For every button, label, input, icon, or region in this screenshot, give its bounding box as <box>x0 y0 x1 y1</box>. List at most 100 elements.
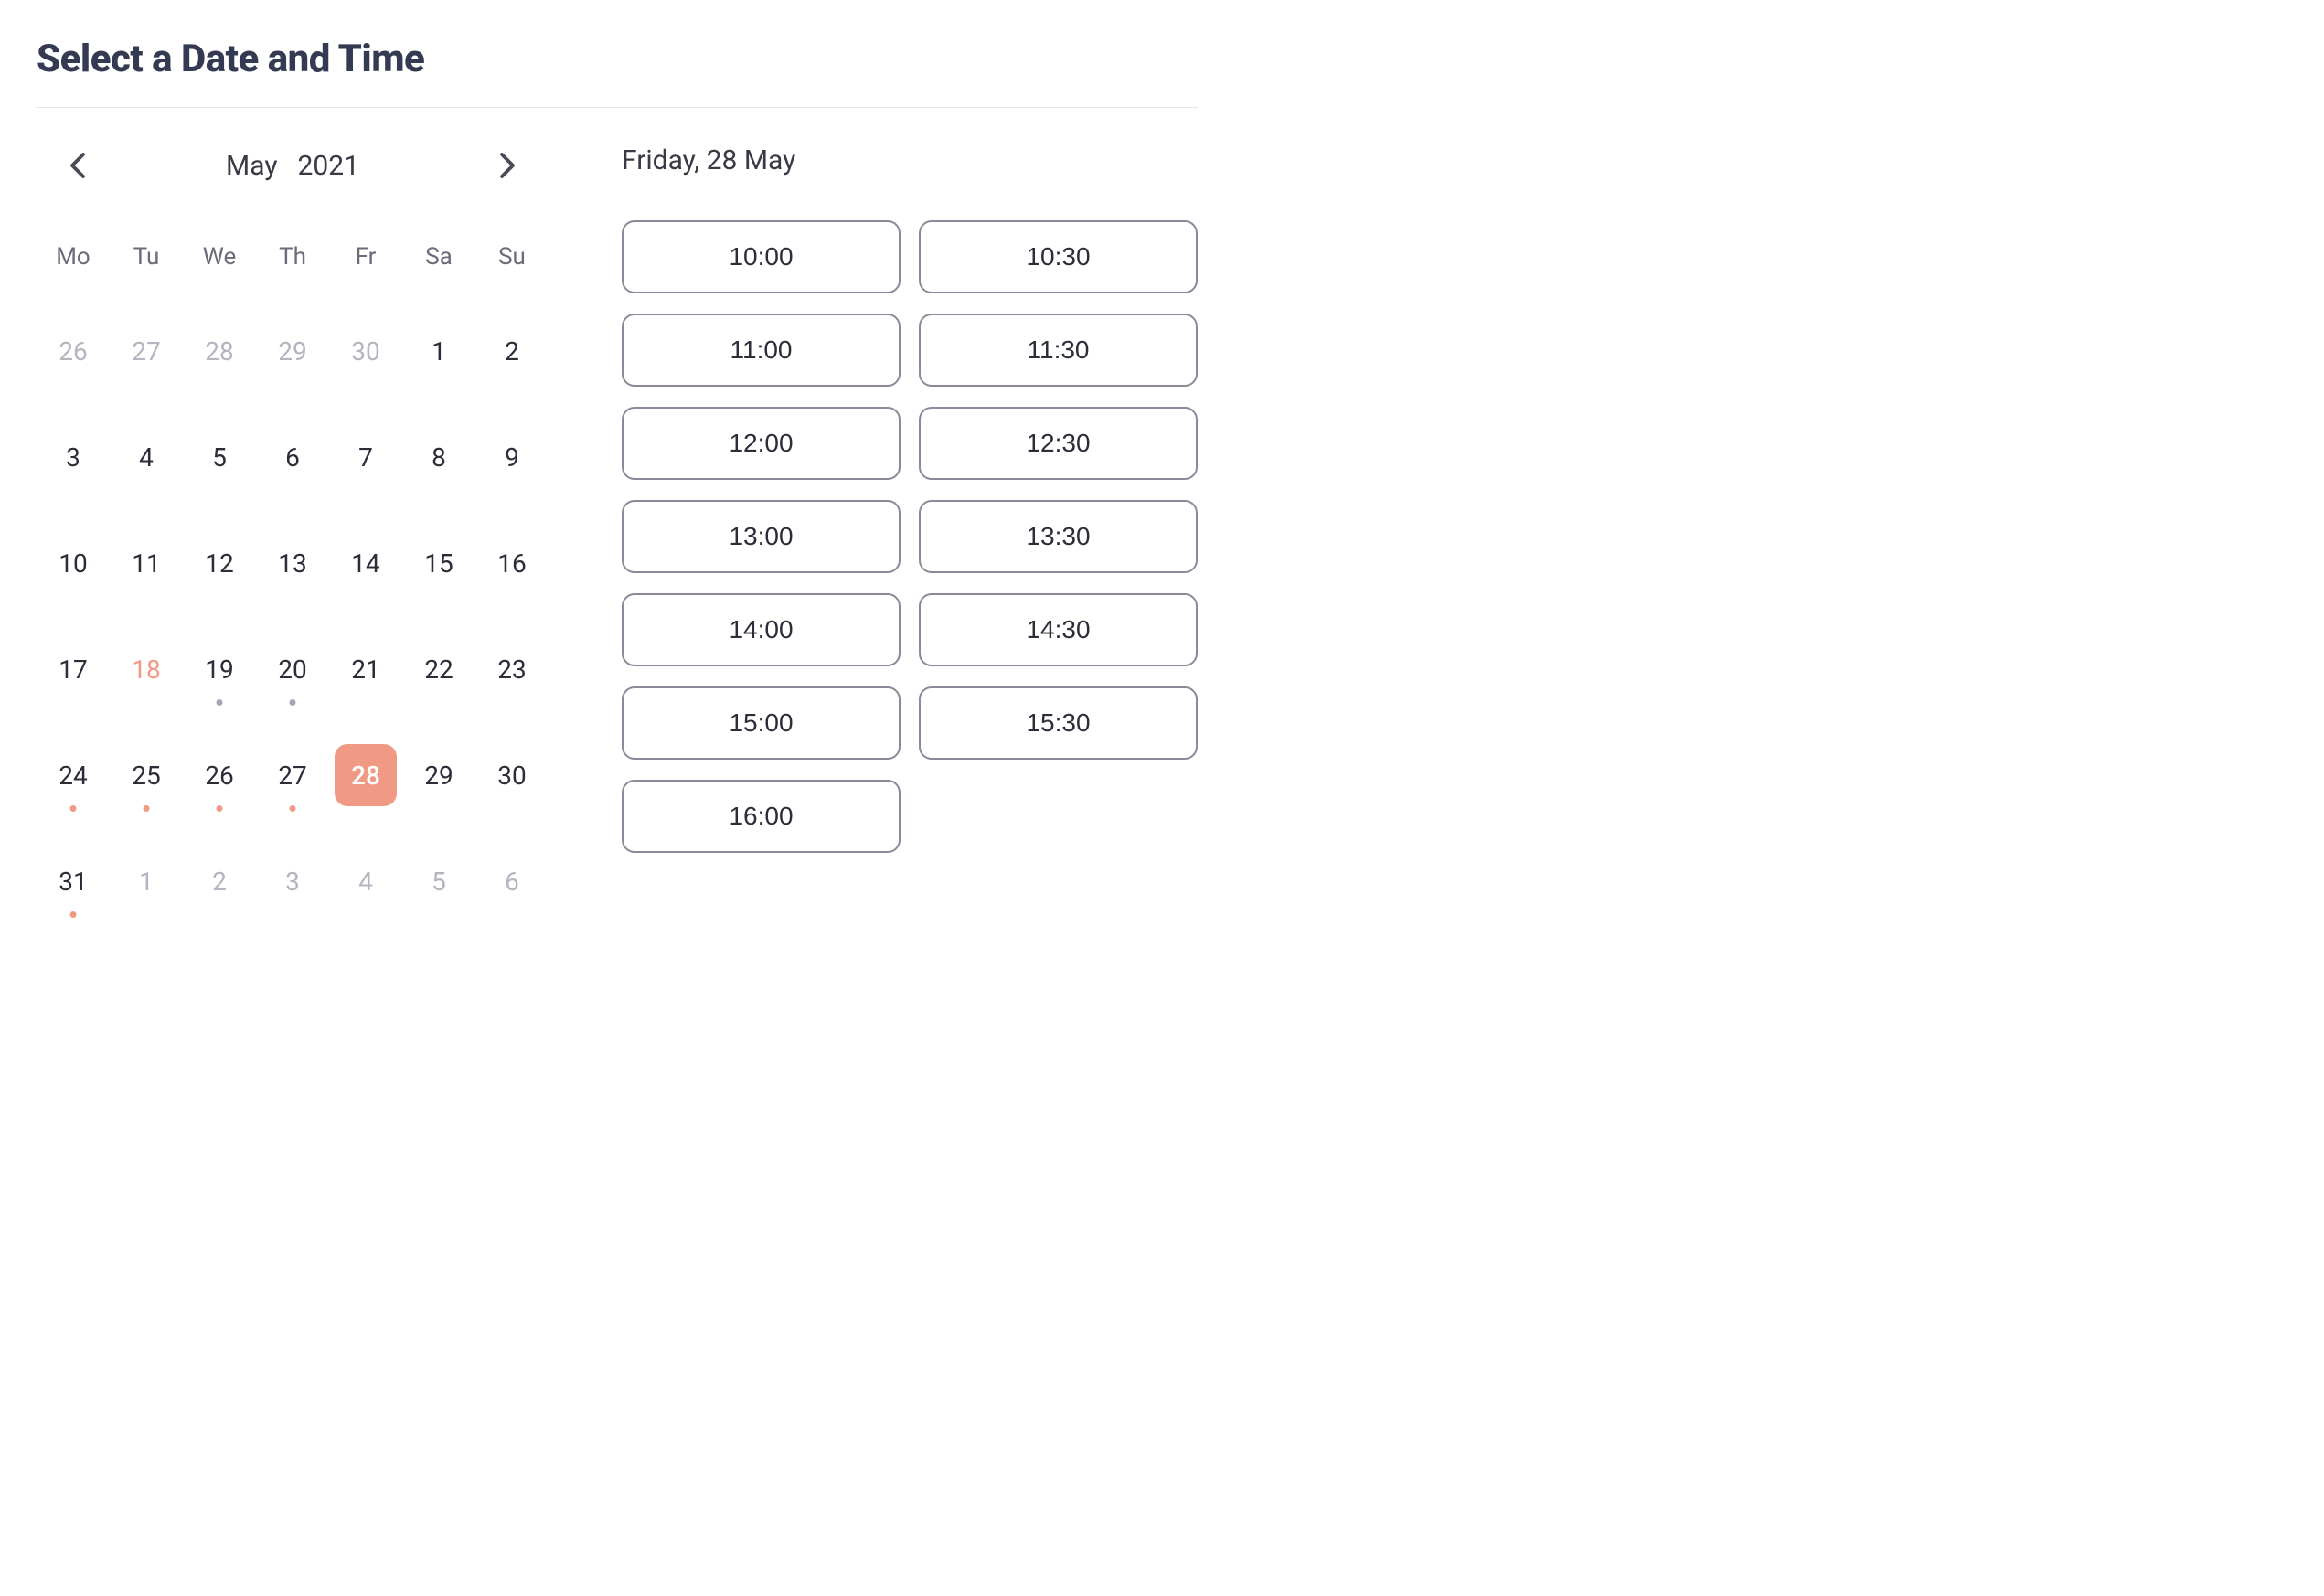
day-header: Su <box>475 232 549 298</box>
time-slot[interactable]: 10:30 <box>919 220 1198 293</box>
day-number: 28 <box>335 744 397 806</box>
calendar-day[interactable]: 10 <box>37 510 110 616</box>
calendar-day[interactable]: 26 <box>37 298 110 404</box>
calendar-day[interactable]: 25 <box>110 722 183 828</box>
time-slot[interactable]: 14:30 <box>919 593 1198 666</box>
calendar-day[interactable]: 5 <box>402 828 475 934</box>
day-number: 30 <box>481 744 543 806</box>
calendar-day[interactable]: 13 <box>256 510 329 616</box>
day-number: 2 <box>188 850 251 912</box>
calendar-day[interactable]: 23 <box>475 616 549 722</box>
month-label: May <box>226 150 277 182</box>
event-dot-icon <box>70 805 77 812</box>
calendar-day[interactable]: 1 <box>110 828 183 934</box>
time-slot[interactable]: 13:30 <box>919 500 1198 573</box>
time-slot[interactable]: 15:00 <box>622 686 901 760</box>
day-number: 5 <box>408 850 470 912</box>
day-number: 29 <box>261 320 324 382</box>
time-grid: 10:0010:3011:0011:3012:0012:3013:0013:30… <box>622 220 1198 853</box>
calendar-day[interactable]: 6 <box>256 404 329 510</box>
time-slot[interactable]: 14:00 <box>622 593 901 666</box>
next-month-button[interactable] <box>492 144 523 186</box>
day-number: 6 <box>481 850 543 912</box>
event-dot-icon <box>144 805 150 812</box>
prev-month-button[interactable] <box>62 144 93 186</box>
calendar-day[interactable]: 11 <box>110 510 183 616</box>
calendar-day[interactable]: 27 <box>256 722 329 828</box>
calendar-day[interactable]: 4 <box>329 828 402 934</box>
calendar-header: May 2021 <box>37 144 549 186</box>
day-number: 12 <box>188 532 251 594</box>
time-slot[interactable]: 13:00 <box>622 500 901 573</box>
day-number: 3 <box>42 426 104 488</box>
calendar-day[interactable]: 3 <box>37 404 110 510</box>
calendar-day[interactable]: 19 <box>183 616 256 722</box>
calendar-day[interactable]: 28 <box>329 722 402 828</box>
page-title: Select a Date and Time <box>37 37 1198 81</box>
calendar-day[interactable]: 18 <box>110 616 183 722</box>
calendar-day[interactable]: 15 <box>402 510 475 616</box>
day-number: 20 <box>261 638 324 700</box>
event-dot-icon <box>290 805 296 812</box>
day-number: 1 <box>115 850 177 912</box>
calendar-day[interactable]: 30 <box>329 298 402 404</box>
day-header: Mo <box>37 232 110 298</box>
calendar-day[interactable]: 22 <box>402 616 475 722</box>
event-dot-icon <box>290 699 296 706</box>
day-number: 14 <box>335 532 397 594</box>
time-slot[interactable]: 12:00 <box>622 407 901 480</box>
time-slot[interactable]: 12:30 <box>919 407 1198 480</box>
calendar-day[interactable]: 20 <box>256 616 329 722</box>
calendar-day[interactable]: 12 <box>183 510 256 616</box>
calendar-day[interactable]: 28 <box>183 298 256 404</box>
day-header: Sa <box>402 232 475 298</box>
calendar-day[interactable]: 16 <box>475 510 549 616</box>
calendar-day[interactable]: 6 <box>475 828 549 934</box>
chevron-right-icon <box>499 152 516 179</box>
day-number: 5 <box>188 426 251 488</box>
calendar-day[interactable]: 26 <box>183 722 256 828</box>
time-slot[interactable]: 11:00 <box>622 314 901 387</box>
calendar-day[interactable]: 7 <box>329 404 402 510</box>
calendar-day[interactable]: 21 <box>329 616 402 722</box>
calendar-day[interactable]: 14 <box>329 510 402 616</box>
day-number: 4 <box>115 426 177 488</box>
day-number: 15 <box>408 532 470 594</box>
time-slot[interactable]: 11:30 <box>919 314 1198 387</box>
day-number: 9 <box>481 426 543 488</box>
calendar-day[interactable]: 5 <box>183 404 256 510</box>
calendar-day[interactable]: 2 <box>183 828 256 934</box>
calendar-day[interactable]: 3 <box>256 828 329 934</box>
calendar-day[interactable]: 1 <box>402 298 475 404</box>
day-number: 21 <box>335 638 397 700</box>
calendar-day[interactable]: 8 <box>402 404 475 510</box>
calendar-day[interactable]: 31 <box>37 828 110 934</box>
selected-date-label: Friday, 28 May <box>622 144 1198 176</box>
calendar-day[interactable]: 29 <box>402 722 475 828</box>
calendar-day[interactable]: 17 <box>37 616 110 722</box>
divider <box>37 107 1198 108</box>
day-number: 17 <box>42 638 104 700</box>
day-number: 25 <box>115 744 177 806</box>
day-number: 16 <box>481 532 543 594</box>
day-number: 19 <box>188 638 251 700</box>
day-number: 24 <box>42 744 104 806</box>
time-slot[interactable]: 10:00 <box>622 220 901 293</box>
chevron-left-icon <box>69 152 86 179</box>
event-dot-icon <box>217 699 223 706</box>
day-number: 2 <box>481 320 543 382</box>
day-number: 3 <box>261 850 324 912</box>
calendar-day[interactable]: 27 <box>110 298 183 404</box>
calendar-day[interactable]: 2 <box>475 298 549 404</box>
time-slot[interactable]: 15:30 <box>919 686 1198 760</box>
calendar-day[interactable]: 30 <box>475 722 549 828</box>
event-dot-icon <box>217 805 223 812</box>
day-number: 6 <box>261 426 324 488</box>
calendar-day[interactable]: 9 <box>475 404 549 510</box>
calendar-day[interactable]: 24 <box>37 722 110 828</box>
calendar-day[interactable]: 29 <box>256 298 329 404</box>
time-slot[interactable]: 16:00 <box>622 780 901 853</box>
day-number: 22 <box>408 638 470 700</box>
calendar-day[interactable]: 4 <box>110 404 183 510</box>
year-label: 2021 <box>298 150 359 182</box>
